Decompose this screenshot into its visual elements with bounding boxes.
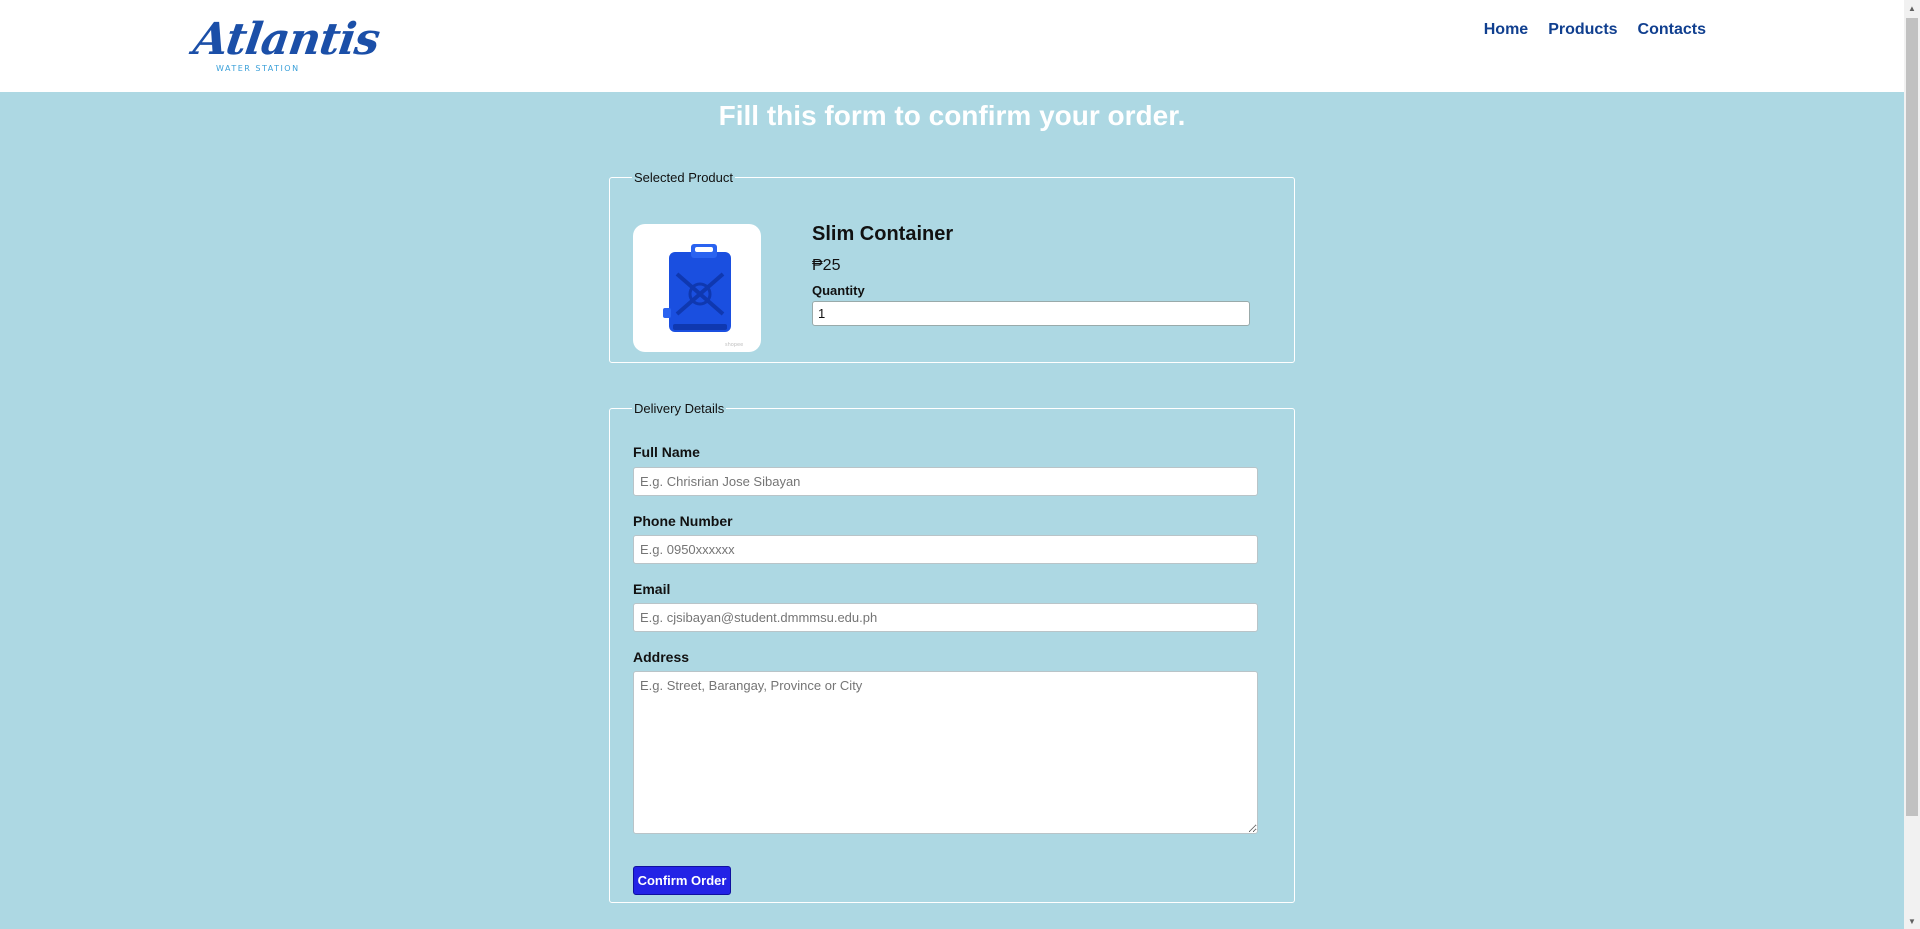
delivery-details-legend: Delivery Details [634,401,725,416]
confirm-order-button[interactable]: Confirm Order [633,866,731,895]
nav-home-link[interactable]: Home [1484,21,1528,39]
atlantis-logo[interactable]: Atlantis WATER STATION [190,10,382,76]
phone-number-input[interactable] [633,535,1258,564]
nav-contacts-link[interactable]: Contacts [1638,21,1706,39]
product-price: ₱25 [812,257,841,274]
logo-text: Atlantis [190,14,383,65]
full-name-label: Full Name [633,444,700,460]
delivery-details-fieldset: Delivery Details Full Name Phone Number … [609,401,1295,903]
water-container-icon: shopee [663,244,743,348]
page: Atlantis WATER STATION Home Products Con… [0,0,1920,929]
vertical-scrollbar[interactable]: ▲ ▼ [1904,0,1920,929]
page-title: Fill this form to confirm your order. [718,100,1186,131]
email-input[interactable] [633,603,1258,632]
address-textarea[interactable] [633,671,1258,834]
scroll-thumb[interactable] [1906,18,1918,816]
selected-product-fieldset: Selected Product shopee Slim Container ₱… [609,170,1295,363]
selected-product-legend: Selected Product [634,170,734,185]
site-header: Atlantis WATER STATION Home Products Con… [0,0,1904,92]
full-name-input[interactable] [633,467,1258,496]
svg-text:shopee: shopee [725,342,743,348]
quantity-label: Quantity [812,283,865,298]
address-label: Address [633,649,690,665]
product-name: Slim Container [812,223,954,245]
nav-products-link[interactable]: Products [1548,21,1617,39]
product-info: Slim Container ₱25 Quantity [812,223,1252,326]
scroll-up-arrow-icon[interactable]: ▲ [1904,0,1920,16]
logo-subtext: WATER STATION [216,64,300,73]
scroll-down-arrow-icon[interactable]: ▼ [1904,913,1920,929]
email-label: Email [633,581,671,597]
main-nav: Home Products Contacts [1484,21,1706,39]
product-image: shopee [633,224,761,352]
quantity-input[interactable] [812,301,1250,326]
phone-number-label: Phone Number [633,513,733,529]
